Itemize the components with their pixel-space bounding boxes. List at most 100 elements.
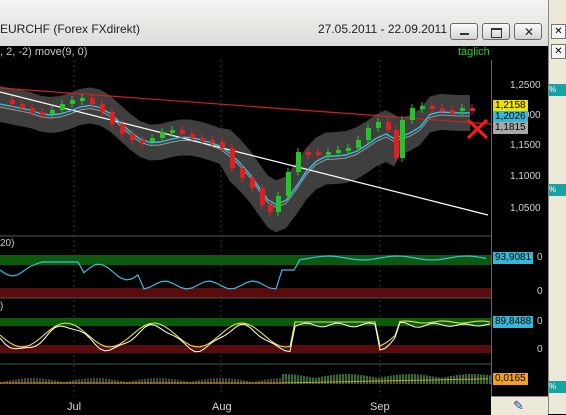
candle xyxy=(160,132,165,138)
histogram-bar xyxy=(312,377,314,384)
panel1-tick: 0 xyxy=(537,286,543,297)
candle xyxy=(394,130,399,158)
histogram-bar xyxy=(357,374,359,384)
band-price-tag: 1,1815 xyxy=(493,122,528,134)
candle xyxy=(170,130,175,133)
candle xyxy=(240,168,245,178)
histogram-bar xyxy=(411,374,413,384)
histogram-bar xyxy=(195,380,197,384)
histogram-bar xyxy=(69,380,71,384)
histogram-bar xyxy=(360,374,362,384)
histogram-bar xyxy=(342,374,344,384)
candle xyxy=(130,134,135,140)
histogram-bar xyxy=(486,375,488,384)
candle xyxy=(180,130,185,134)
histogram-bar xyxy=(183,380,185,384)
x-label-sep: Sep xyxy=(370,401,390,413)
histogram-bar xyxy=(333,374,335,384)
x-label-aug: Aug xyxy=(212,401,232,413)
histogram-bar xyxy=(315,377,317,384)
sidebar-label: % xyxy=(549,84,566,96)
candle xyxy=(50,110,55,114)
candle xyxy=(100,104,105,112)
panel1-tick: 0 xyxy=(537,252,543,263)
candle xyxy=(326,152,331,155)
candle xyxy=(306,152,311,155)
candle xyxy=(190,134,195,138)
histogram-bar xyxy=(420,374,422,384)
histogram-bar xyxy=(399,374,401,384)
panel1-title: 20) xyxy=(0,238,15,249)
candle xyxy=(140,140,145,143)
panel2-tick: 0 xyxy=(537,344,543,355)
histogram-bar xyxy=(438,377,440,384)
candle xyxy=(230,148,235,168)
histogram-bar xyxy=(369,376,371,384)
histogram-bar xyxy=(408,374,410,384)
histogram-bar xyxy=(372,377,374,384)
candle xyxy=(376,122,381,128)
candle xyxy=(110,112,115,124)
histogram-bar xyxy=(414,374,416,384)
candle xyxy=(120,124,125,134)
histogram-bar xyxy=(324,376,326,384)
chart-canvas[interactable] xyxy=(0,0,566,414)
candle xyxy=(60,104,65,110)
histogram-bar xyxy=(435,377,437,384)
candle xyxy=(20,104,25,108)
histogram-bar xyxy=(366,375,368,384)
candle xyxy=(356,140,361,148)
histogram-bar xyxy=(393,375,395,384)
histogram-bar xyxy=(402,374,404,384)
candle xyxy=(90,98,95,104)
histogram-bar xyxy=(405,374,407,384)
histogram-bar xyxy=(318,377,320,384)
candle xyxy=(336,150,341,153)
histogram-bar xyxy=(387,376,389,384)
panel1-value-tag: 93,9081 xyxy=(493,252,534,264)
candle xyxy=(440,108,445,111)
candle xyxy=(346,148,351,151)
histogram-bar xyxy=(390,375,392,384)
panel2-title: ) xyxy=(0,301,4,312)
candle xyxy=(80,98,85,101)
candle xyxy=(460,108,465,111)
candle xyxy=(268,205,273,212)
histogram-bar xyxy=(321,376,323,384)
histogram-bar xyxy=(354,374,356,384)
histogram-bar xyxy=(120,380,122,384)
panel2-tick: 0 xyxy=(537,316,543,327)
candle xyxy=(450,110,455,113)
candle xyxy=(200,138,205,141)
candle xyxy=(316,152,321,155)
candle xyxy=(286,172,291,196)
candle xyxy=(260,188,265,205)
candle xyxy=(410,108,415,120)
candle xyxy=(150,138,155,142)
histogram-bar xyxy=(351,374,353,384)
histogram-bar xyxy=(327,375,329,384)
histogram-bar xyxy=(330,375,332,384)
x-label-jul: Jul xyxy=(67,401,82,413)
histogram-bar xyxy=(396,374,398,384)
candle xyxy=(470,108,475,111)
candle xyxy=(400,120,405,158)
price-tick: 1,0500 xyxy=(510,203,541,214)
candle xyxy=(386,122,391,130)
panel3-value-tag: 0,0165 xyxy=(493,373,528,385)
sidebar-close-icon[interactable]: ✕ xyxy=(551,24,566,39)
candle xyxy=(220,142,225,148)
histogram-bar xyxy=(444,377,446,384)
draw-tool-icon[interactable]: ✎ xyxy=(513,398,524,414)
price-tick: 1,1000 xyxy=(510,171,541,182)
price-tick: 1,1500 xyxy=(510,140,541,151)
right-sidebar: ✕ ✕ xyxy=(548,0,566,414)
candle xyxy=(30,108,35,112)
histogram-bar xyxy=(336,374,338,384)
histogram-bar xyxy=(363,375,365,384)
histogram-bar xyxy=(132,380,134,384)
candle xyxy=(420,106,425,109)
sidebar-close-icon[interactable]: ✕ xyxy=(551,44,566,59)
sidebar-label: % xyxy=(549,184,566,196)
histogram-bar xyxy=(345,374,347,384)
